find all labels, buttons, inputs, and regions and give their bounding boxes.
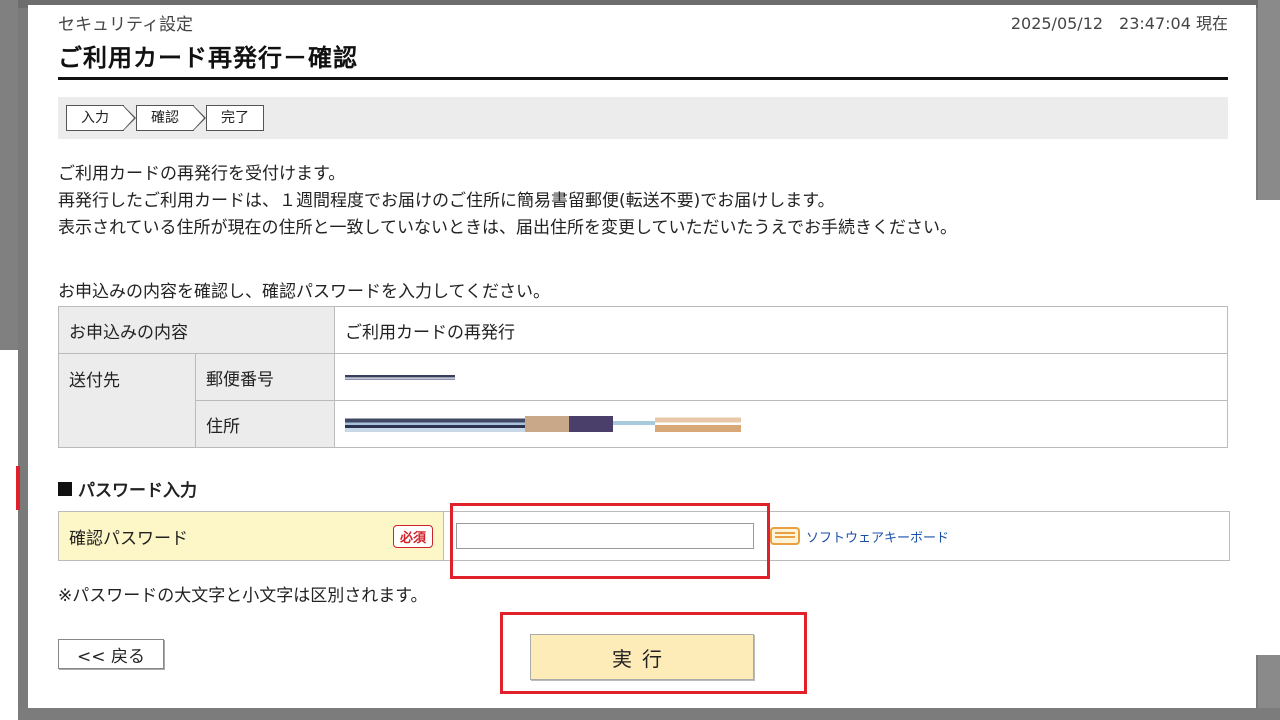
description-line-1: ご利用カードの再発行を受付けます。: [58, 164, 346, 184]
password-section-heading: パスワード入力: [58, 476, 1228, 501]
top-line: セキュリティ設定 2025/05/12 23:47:04 現在: [58, 5, 1228, 39]
backdrop-bottom: [0, 708, 1280, 720]
address-value-masked: [334, 400, 1228, 448]
step-input: 入力: [66, 105, 136, 131]
table-row: お申込みの内容 ご利用カードの再発行: [58, 306, 1228, 354]
description-line-2: 再発行したご利用カードは、１週間程度でお届けのご住所に簡易書留郵便(転送不要)で…: [58, 191, 835, 211]
backdrop-strip-right: [1256, 200, 1280, 655]
case-sensitivity-note: ※パスワードの大文字と小文字は区別されます。: [58, 586, 428, 606]
description-line-3: 表示されている住所が現在の住所と一致していないときは、届出住所を変更していただい…: [58, 218, 957, 238]
description: ご利用カードの再発行を受付けます。 再発行したご利用カードは、１週間程度でお届け…: [58, 161, 1228, 242]
red-edge-mark: [16, 466, 20, 510]
postal-code-label: 郵便番号: [195, 353, 335, 401]
page-title: ご利用カード再発行－確認: [58, 39, 1228, 80]
application-content-value: ご利用カードの再発行: [334, 306, 1228, 354]
square-bullet-icon: [58, 481, 72, 496]
back-button[interactable]: << 戻る: [58, 639, 164, 669]
password-section-title: パスワード入力: [78, 481, 197, 501]
breadcrumb: セキュリティ設定: [58, 14, 193, 35]
highlight-execute-button: [500, 612, 807, 694]
keyboard-icon[interactable]: [770, 527, 800, 545]
step-complete: 完了: [206, 105, 264, 131]
destination-label: 送付先: [58, 353, 196, 448]
software-keyboard-label[interactable]: ソフトウェアキーボード: [806, 527, 949, 546]
required-badge: 必須: [392, 524, 433, 548]
software-keyboard-link[interactable]: ソフトウェアキーボード: [770, 527, 949, 546]
table-row: 住所: [59, 400, 1228, 448]
password-label: 確認パスワード: [69, 528, 188, 549]
step-indicator: 入力 確認 完了: [58, 97, 1228, 139]
postal-code-value-masked: [334, 353, 1228, 401]
page-panel: セキュリティ設定 2025/05/12 23:47:04 現在 ご利用カード再発…: [28, 5, 1256, 708]
instruction-text: お申込みの内容を確認し、確認パスワードを入力してください。: [58, 282, 550, 302]
application-details-table: お申込みの内容 ご利用カードの再発行 送付先 郵便番号 住所: [58, 306, 1228, 448]
address-label: 住所: [195, 400, 335, 448]
highlight-password-input: [450, 503, 770, 579]
application-content-label: お申込みの内容: [58, 306, 335, 354]
backdrop-strip-left: [0, 350, 18, 720]
password-label-cell: 確認パスワード 必須: [59, 512, 444, 560]
step-confirm: 確認: [136, 105, 206, 131]
current-datetime: 2025/05/12 23:47:04 現在: [1010, 14, 1228, 33]
table-row: 送付先 郵便番号: [58, 353, 1228, 448]
